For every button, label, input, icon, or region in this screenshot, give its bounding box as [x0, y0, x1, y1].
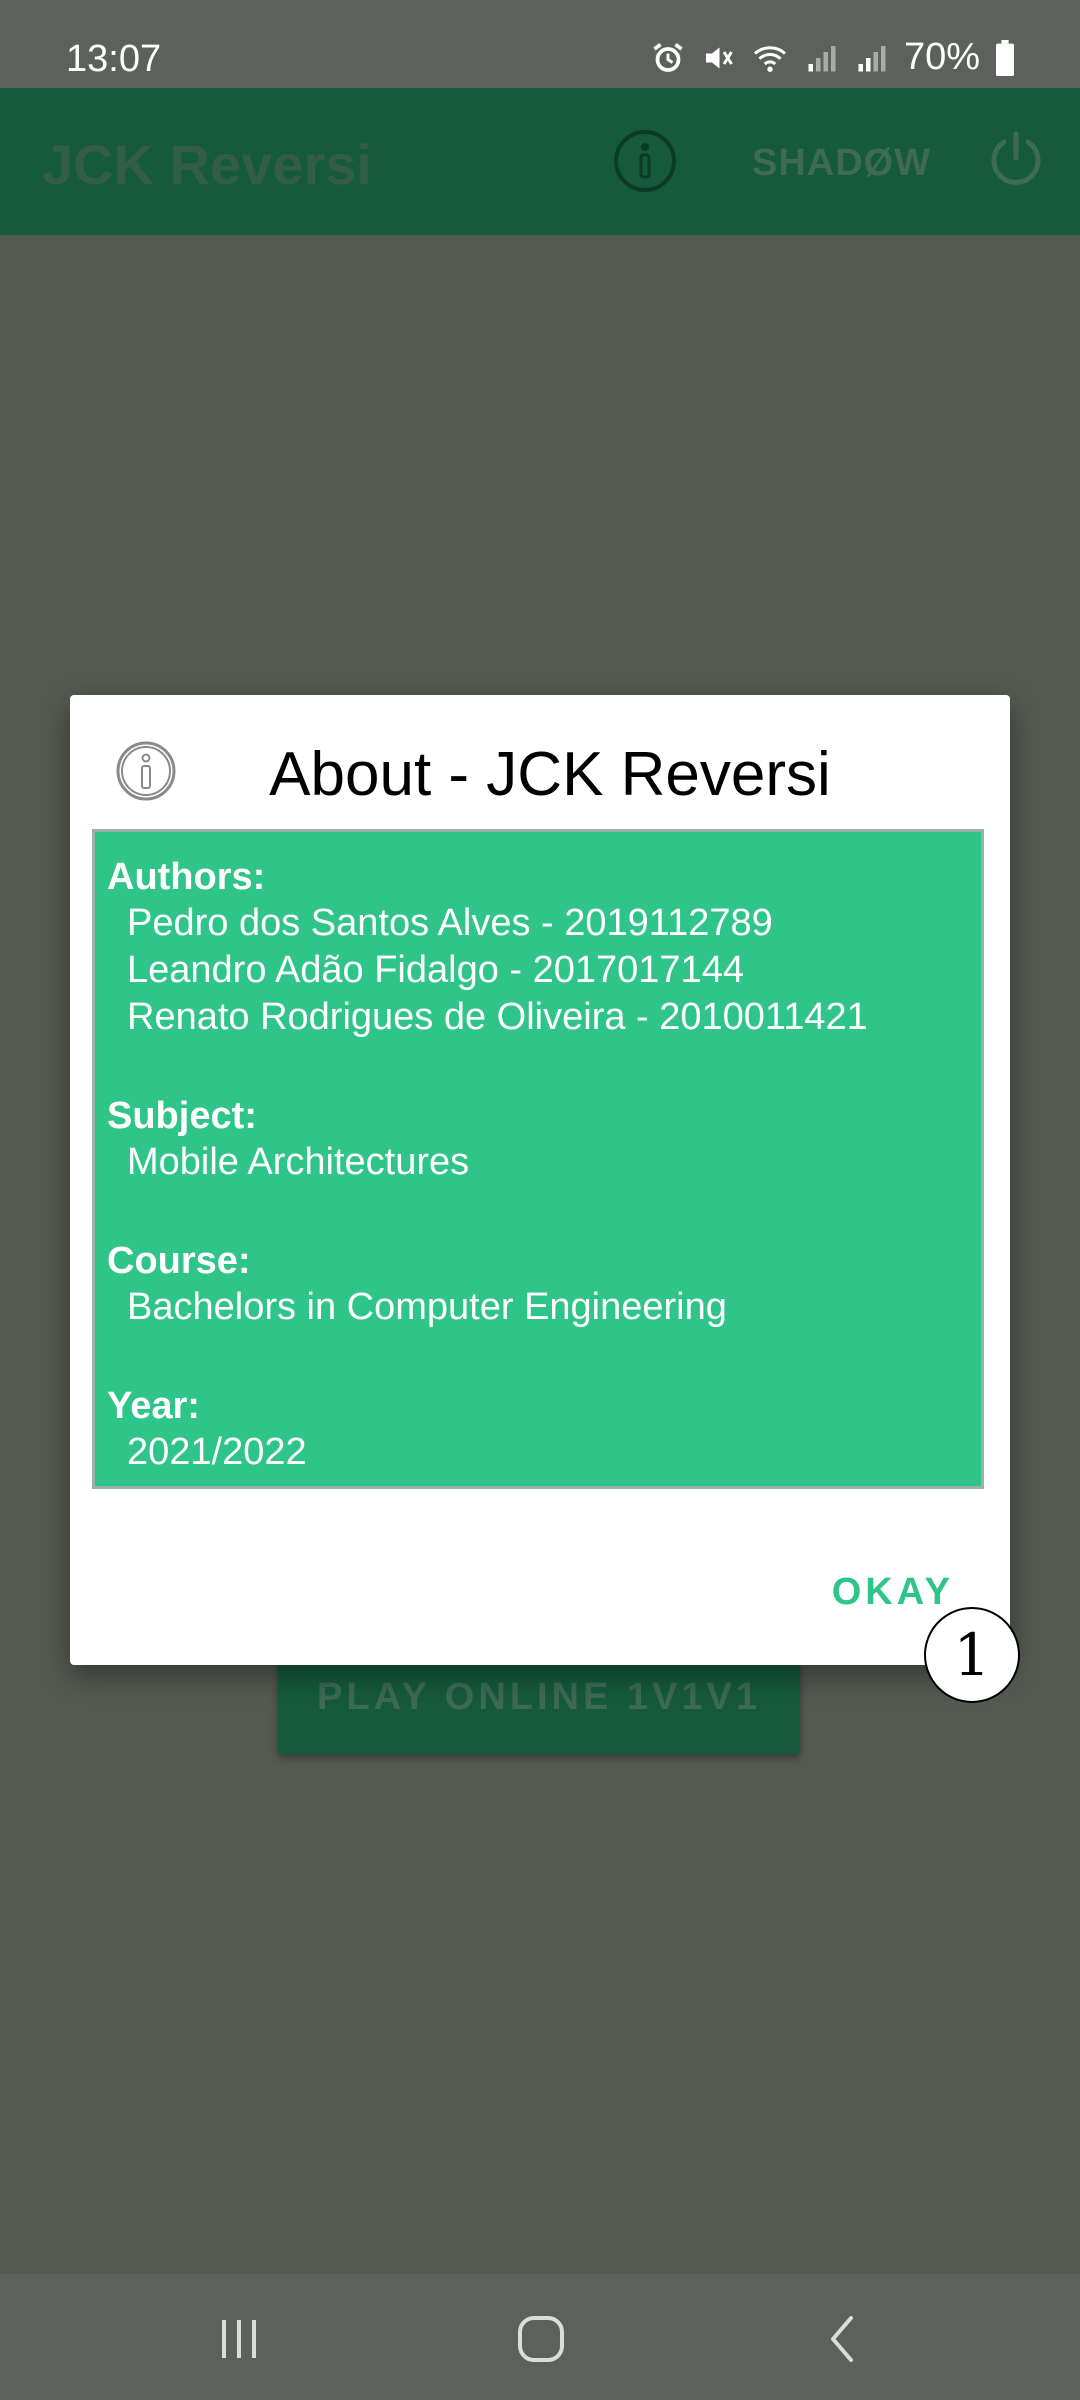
- power-icon[interactable]: [986, 128, 1046, 188]
- year-value: 2021/2022: [127, 1431, 307, 1473]
- subject-value: Mobile Architectures: [127, 1141, 470, 1183]
- dialog-title: About - JCK Reversi: [269, 740, 831, 809]
- year-label: Year:: [107, 1385, 200, 1427]
- home-icon[interactable]: [506, 2304, 576, 2374]
- status-bar: 13:07 70%: [0, 0, 1080, 88]
- recents-icon[interactable]: [204, 2304, 274, 2374]
- course-label: Course:: [107, 1240, 251, 1282]
- alarm-icon: [650, 40, 686, 76]
- app-bar: JCK Reversi SHADØW: [0, 88, 1080, 235]
- battery-icon: [994, 39, 1016, 76]
- navigation-bar: [0, 2274, 1080, 2400]
- info-icon[interactable]: [612, 128, 678, 194]
- app-title: JCK Reversi: [42, 133, 372, 196]
- about-panel: Authors: Pedro dos Santos Alves - 201911…: [92, 829, 984, 1489]
- course-value: Bachelors in Computer Engineering: [127, 1286, 727, 1328]
- signal-icon: [854, 40, 890, 76]
- author-item: Leandro Adão Fidalgo - 2017017144: [127, 949, 744, 991]
- shadow-button[interactable]: SHADØW: [752, 142, 931, 185]
- back-icon[interactable]: [808, 2304, 878, 2374]
- mute-icon: [700, 40, 736, 76]
- status-icons: 70%: [650, 36, 1016, 79]
- battery-text: 70%: [903, 36, 980, 78]
- author-item: Renato Rodrigues de Oliveira - 201001142…: [127, 996, 868, 1038]
- status-time: 13:07: [66, 38, 162, 80]
- about-dialog: About - JCK Reversi Authors: Pedro dos S…: [70, 695, 1010, 1665]
- wifi-icon: [750, 40, 790, 76]
- subject-label: Subject:: [107, 1095, 257, 1137]
- signal-icon: [804, 40, 840, 76]
- info-icon: [114, 739, 178, 803]
- okay-button[interactable]: OKAY: [832, 1571, 954, 1614]
- author-item: Pedro dos Santos Alves - 2019112789: [127, 902, 773, 944]
- annotation-marker: 1: [924, 1607, 1020, 1703]
- authors-label: Authors:: [107, 856, 266, 898]
